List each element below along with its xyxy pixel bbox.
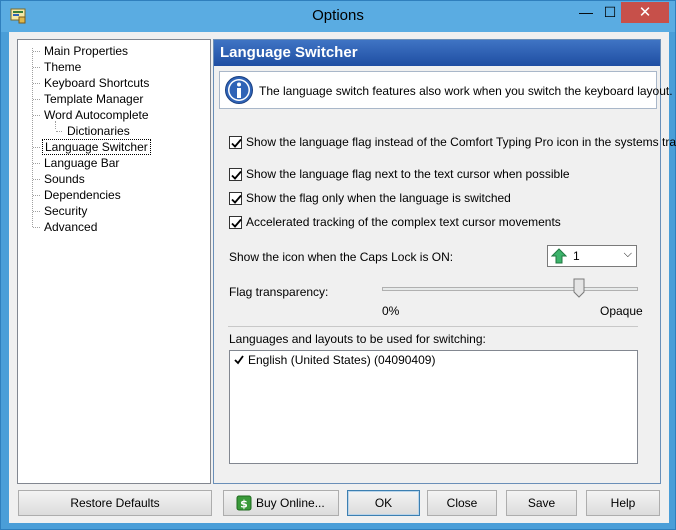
tree-item-label: Language Switcher	[42, 139, 151, 155]
language-switcher-panel: Language Switcher The language switch fe…	[213, 39, 676, 484]
caps-lock-value: 1	[573, 249, 580, 263]
tree-connector	[33, 115, 40, 116]
options-window: Options — ☐ ✕ Main Properties Theme Keyboa…	[0, 0, 676, 530]
buy-online-button[interactable]: $ Buy Online...	[223, 490, 339, 516]
tree-connector	[33, 83, 40, 84]
checkbox-checked-icon[interactable]	[229, 168, 242, 181]
tree-connector	[33, 227, 40, 228]
tree-item-label: Advanced	[44, 220, 98, 234]
green-up-arrow-icon	[551, 248, 567, 264]
save-button[interactable]: Save	[506, 490, 577, 516]
info-icon	[225, 76, 253, 104]
checkbox-label: Show the language flag instead of the Co…	[246, 135, 676, 149]
tree-item-label: Dictionaries	[67, 124, 130, 138]
caps-lock-label: Show the icon when the Caps Lock is ON:	[229, 250, 454, 264]
tree-connector	[56, 131, 62, 132]
checkbox-checked-icon[interactable]	[229, 216, 242, 229]
tree-item-label: Main Properties	[44, 44, 129, 58]
svg-text:$: $	[240, 498, 248, 511]
tree-item-label: Dependencies	[44, 188, 121, 202]
tree-item-label: Language Bar	[44, 156, 120, 170]
info-box: The language switch features also work w…	[219, 71, 673, 109]
tree-connector	[33, 211, 40, 212]
minimize-icon[interactable]: —	[573, 2, 599, 23]
caps-lock-select[interactable]: 1 ⌵	[547, 245, 637, 267]
transparency-label: Flag transparency:	[229, 285, 329, 299]
tree-item-label: Word Autocomplete	[44, 108, 149, 122]
buy-online-label: Buy Online...	[256, 496, 325, 510]
tree-connector	[33, 147, 40, 148]
dollar-icon: $	[236, 495, 252, 511]
separator	[228, 326, 638, 327]
tree-connector	[33, 67, 40, 68]
tree-connector	[33, 51, 40, 52]
tree-item-label: Sounds	[44, 172, 85, 186]
transparency-max-label: Opaque	[600, 304, 643, 318]
close-icon[interactable]: ✕	[621, 2, 669, 23]
options-tree[interactable]: Main Properties Theme Keyboard Shortcuts Te…	[17, 39, 211, 484]
tree-item-label: Security	[44, 204, 88, 218]
close-button[interactable]: Close	[427, 490, 497, 516]
tree-item-label: Keyboard Shortcuts	[44, 76, 150, 90]
help-button[interactable]: Help	[586, 490, 660, 516]
checkbox-label: Accelerated tracking of the complex text…	[246, 215, 561, 229]
tree-connector	[33, 179, 40, 180]
tree-connector	[33, 99, 40, 100]
tree-item-label: Theme	[44, 60, 82, 74]
chevron-down-icon[interactable]: ⌵	[624, 248, 632, 261]
maximize-icon[interactable]: ☐	[597, 2, 623, 23]
tree-connector	[33, 163, 40, 164]
restore-defaults-button[interactable]: Restore Defaults	[18, 490, 212, 516]
checkbox-checked-icon[interactable]	[229, 136, 242, 149]
info-text: The language switch features also work w…	[259, 84, 673, 98]
checkbox-label: Show the language flag next to the text …	[246, 167, 570, 181]
panel-title: Language Switcher	[214, 40, 660, 66]
languages-label: Languages and layouts to be used for swi…	[229, 332, 486, 346]
transparency-slider-thumb[interactable]	[573, 278, 585, 298]
language-item-label: English (United States) (04090409)	[248, 353, 436, 367]
tree-item-label: Template Manager	[44, 92, 144, 106]
tree-connector	[33, 195, 40, 196]
transparency-min-label: 0%	[382, 304, 400, 318]
client-area: Main Properties Theme Keyboard Shortcuts Te…	[9, 32, 676, 523]
tree-connector-line	[32, 48, 33, 227]
languages-list[interactable]: English (United States) (04090409)	[229, 350, 638, 464]
checkbox-checked-icon[interactable]	[233, 354, 245, 366]
checkbox-checked-icon[interactable]	[229, 192, 242, 205]
ok-button[interactable]: OK	[347, 490, 420, 516]
checkbox-label: Show the flag only when the language is …	[246, 191, 511, 205]
transparency-slider-track[interactable]	[382, 287, 638, 291]
title-bar[interactable]: Options — ☐ ✕	[1, 1, 675, 32]
